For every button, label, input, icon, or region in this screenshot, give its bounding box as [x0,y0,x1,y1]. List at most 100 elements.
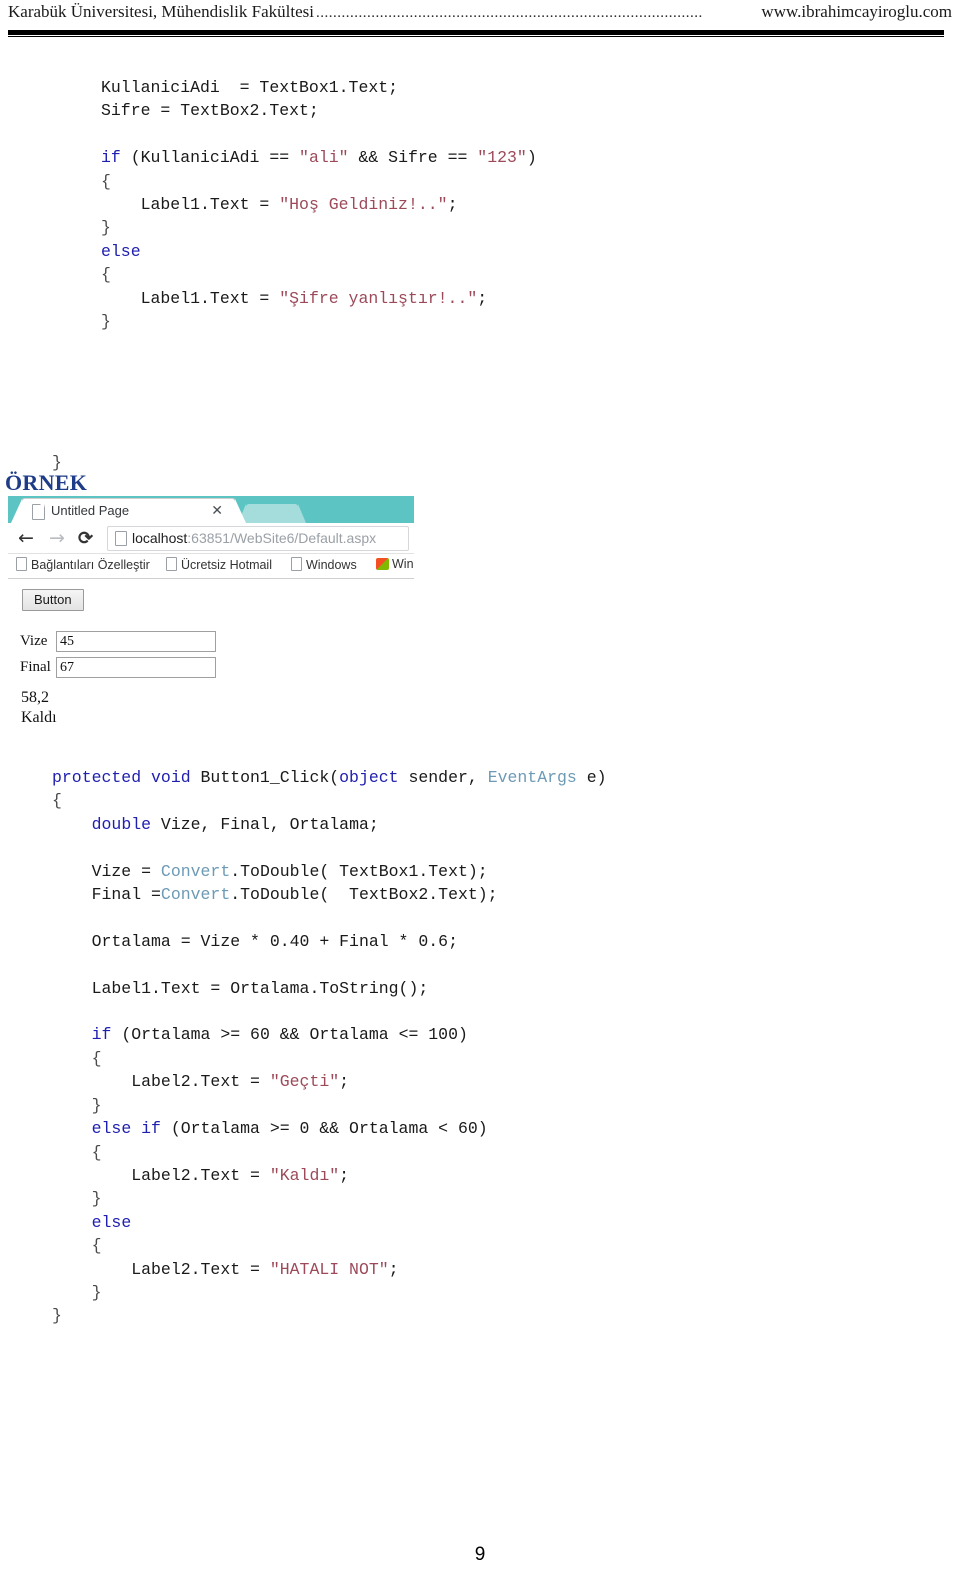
code-line: Label1.Text = "Hoş Geldiniz!.."; [101,193,537,216]
code-block-login-check: KullaniciAdi = TextBox1.Text; Sifre = Tex… [101,76,537,427]
code-line: double Vize, Final, Ortalama; [52,813,607,836]
code-line: { [101,170,537,193]
new-tab-button[interactable] [238,504,306,523]
code-line: } [52,1304,607,1327]
reload-icon[interactable]: ⟳ [78,528,93,548]
code-line: Label2.Text = "Kaldı"; [52,1164,607,1187]
label1-average-output: 58,2 [21,689,49,706]
code-token: Ortalama = Vize * 0.40 + Final * 0.6; [52,931,458,951]
code-line: Final =Convert.ToDouble( TextBox2.Text); [52,883,607,906]
code-line: Label2.Text = "HATALI NOT"; [52,1258,607,1281]
code-token: "Geçti" [269,1072,340,1092]
bookmark-item[interactable]: Ücretsiz Hotmail [166,557,272,572]
header-rule-thick [8,30,944,35]
url-host: localhost [132,530,188,546]
header-institution: Karabük Üniversitesi, Mühendislik Fakült… [8,2,314,21]
code-line: { [52,1234,607,1257]
label2-status-output: Kaldı [21,709,57,726]
bookmark-item[interactable]: Windows [291,557,357,572]
bookmark-icon [291,557,302,571]
browser-tab-active[interactable]: Untitled Page ✕ [11,499,246,523]
code-line: { [101,263,537,286]
code-line: KullaniciAdi = TextBox1.Text; [101,76,537,99]
example-heading: ÖRNEK [5,470,88,495]
browser-toolbar: ← → ⟳ localhost:63851/WebSite6/Default.a… [8,523,414,554]
code-token: ) [526,148,537,168]
code-token: else [91,1212,132,1232]
back-arrow-icon[interactable]: ← [18,528,34,548]
code-line: else if (Ortalama >= 0 && Ortalama < 60) [52,1117,607,1140]
forward-arrow-icon[interactable]: → [49,528,65,548]
url-path: :63851/WebSite6/Default.aspx [187,530,377,546]
code-line: else [52,1211,607,1234]
field-row-final: Final [20,657,216,678]
code-token: Label1.Text = [101,288,280,308]
vize-input[interactable] [56,631,216,652]
bookmark-item[interactable]: Bağlantıları Özelleştir [16,557,150,572]
code-token: && Sifre == [348,148,478,168]
code-token: } [52,1306,62,1326]
code-line: else [101,240,537,263]
code-line: Label1.Text = Ortalama.ToString(); [52,977,607,1000]
code-token: Label1.Text = Ortalama.ToString(); [52,978,429,998]
code-token: e) [576,768,607,787]
page-icon [32,504,45,520]
code-token: else [101,241,141,261]
code-token: ; [477,288,488,308]
code-token: ; [447,195,458,215]
submit-button[interactable]: Button [22,589,84,611]
address-bar-text: localhost:63851/WebSite6/Default.aspx [132,530,376,546]
code-token: ; [388,1259,399,1279]
code-line: Ortalama = Vize * 0.40 + Final * 0.6; [52,930,607,953]
code-token: "123" [477,148,527,168]
code-token: } [52,1189,102,1209]
code-token: .ToDouble( TextBox2.Text); [230,885,498,905]
code-line: } [52,1281,607,1304]
code-token: Sifre = TextBox2.Text; [101,101,319,121]
code-token: double [91,814,152,834]
code-token: { [52,1048,102,1068]
code-token: if [91,1025,112,1045]
code-line: protected void Button1_Click(object send… [52,766,607,789]
code-token: "Hoş Geldiniz!.." [279,195,448,215]
field-label-vize: Vize [20,633,48,649]
code-line: } [52,1094,607,1117]
bookmark-label: Bağlantıları Özelleştir [31,558,150,572]
code-token: Label2.Text = [52,1165,270,1185]
web-page-content: Button Vize Final 58,2 Kaldı [8,579,414,756]
code-line: { [52,789,607,812]
page-header: Karabük Üniversitesi, Mühendislik Fakült… [0,0,960,40]
bookmark-item[interactable]: Wind [376,557,414,571]
code-line: Sifre = TextBox2.Text; [101,99,537,122]
code-token: } [52,1095,102,1115]
bookmark-icon [16,557,27,571]
code-token: KullaniciAdi = TextBox1.Text; [101,78,399,97]
browser-tab-title: Untitled Page [51,503,130,518]
code-token: Button1_Click( [190,768,340,787]
code-token: ; [339,1072,350,1092]
close-icon[interactable]: ✕ [211,503,223,518]
code-line: } [52,1187,607,1210]
page-info-icon [115,531,127,546]
code-token: Convert [160,885,231,905]
address-bar[interactable]: localhost:63851/WebSite6/Default.aspx [107,526,409,551]
code-line: { [52,1047,607,1070]
browser-tab-strip: Untitled Page ✕ [8,496,414,523]
code-token: Vize, Final, Ortalama; [151,814,379,834]
header-rule-thin [8,36,944,37]
header-running-title: Karabük Üniversitesi, Mühendislik Fakült… [8,2,952,22]
code-token: Convert [160,861,231,881]
final-input[interactable] [56,657,216,678]
code-line: Label2.Text = "Geçti"; [52,1070,607,1093]
field-row-vize: Vize [20,631,216,652]
code-token: { [101,171,111,191]
